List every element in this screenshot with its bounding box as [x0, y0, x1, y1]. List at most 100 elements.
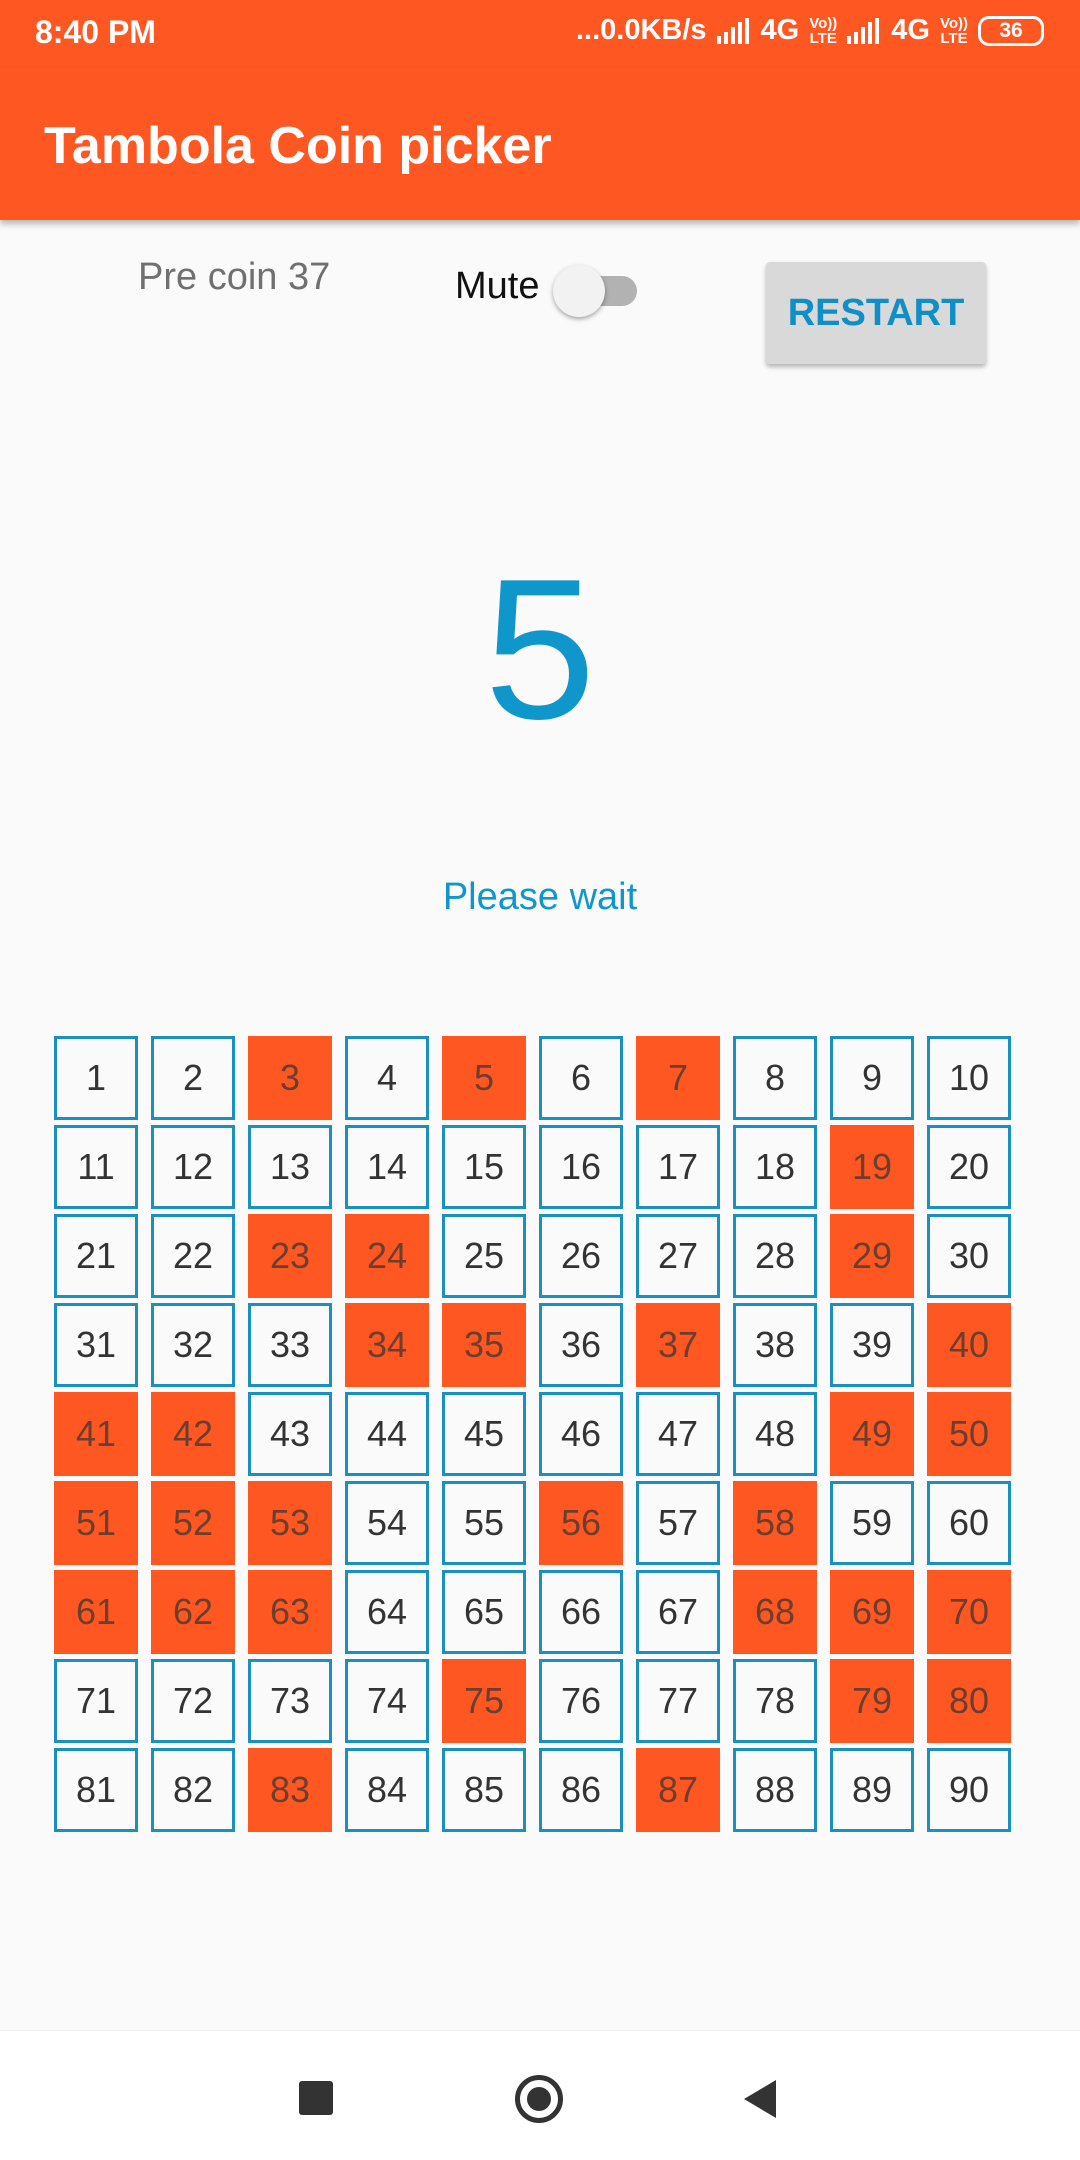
board-cell-7: 7: [636, 1036, 720, 1120]
board-cell-8: 8: [733, 1036, 817, 1120]
board-cell-36: 36: [539, 1303, 623, 1387]
board-cell-33: 33: [248, 1303, 332, 1387]
board-cell-77: 77: [636, 1659, 720, 1743]
board-cell-4: 4: [345, 1036, 429, 1120]
previous-coin-label: Pre coin 37: [138, 256, 331, 298]
board-cell-16: 16: [539, 1125, 623, 1209]
board-cell-26: 26: [539, 1214, 623, 1298]
board-cell-31: 31: [54, 1303, 138, 1387]
volte-1: Vo)) LTE: [809, 14, 838, 47]
board-cell-83: 83: [248, 1748, 332, 1832]
board-cell-18: 18: [733, 1125, 817, 1209]
status-indicators: ...0.0KB/s 4G Vo)) LTE 4G Vo)) LTE 36: [576, 14, 1044, 47]
board-cell-3: 3: [248, 1036, 332, 1120]
board-cell-80: 80: [927, 1659, 1011, 1743]
board-cell-24: 24: [345, 1214, 429, 1298]
board-cell-52: 52: [151, 1481, 235, 1565]
board-cell-64: 64: [345, 1570, 429, 1654]
board-cell-84: 84: [345, 1748, 429, 1832]
board-cell-60: 60: [927, 1481, 1011, 1565]
network-type-2: 4G: [891, 14, 930, 46]
board-cell-13: 13: [248, 1125, 332, 1209]
board-cell-23: 23: [248, 1214, 332, 1298]
board-cell-86: 86: [539, 1748, 623, 1832]
board-cell-85: 85: [442, 1748, 526, 1832]
board-cell-76: 76: [539, 1659, 623, 1743]
board-cell-12: 12: [151, 1125, 235, 1209]
board-cell-30: 30: [927, 1214, 1011, 1298]
board-cell-6: 6: [539, 1036, 623, 1120]
board-cell-34: 34: [345, 1303, 429, 1387]
board-cell-1: 1: [54, 1036, 138, 1120]
board-cell-27: 27: [636, 1214, 720, 1298]
board-cell-74: 74: [345, 1659, 429, 1743]
board-cell-40: 40: [927, 1303, 1011, 1387]
board-cell-48: 48: [733, 1392, 817, 1476]
board-cell-22: 22: [151, 1214, 235, 1298]
board-cell-17: 17: [636, 1125, 720, 1209]
board-cell-63: 63: [248, 1570, 332, 1654]
board-cell-90: 90: [927, 1748, 1011, 1832]
recents-square-icon[interactable]: [299, 2081, 333, 2115]
board-cell-53: 53: [248, 1481, 332, 1565]
board-cell-20: 20: [927, 1125, 1011, 1209]
board-cell-43: 43: [248, 1392, 332, 1476]
board-cell-70: 70: [927, 1570, 1011, 1654]
board-cell-28: 28: [733, 1214, 817, 1298]
board-cell-61: 61: [54, 1570, 138, 1654]
board-cell-51: 51: [54, 1481, 138, 1565]
board-cell-29: 29: [830, 1214, 914, 1298]
board-cell-10: 10: [927, 1036, 1011, 1120]
board-cell-21: 21: [54, 1214, 138, 1298]
board-cell-88: 88: [733, 1748, 817, 1832]
board-cell-14: 14: [345, 1125, 429, 1209]
volte-2: Vo)) LTE: [939, 14, 968, 47]
number-board: 1 2 3 4 5 6 7 8 9 10 11 12 13 14 15 16 17 18 19 20 21 22 23 24 2…: [54, 1036, 1014, 1836]
board-cell-81: 81: [54, 1748, 138, 1832]
board-cell-44: 44: [345, 1392, 429, 1476]
status-message: Please wait: [442, 876, 638, 918]
board-cell-71: 71: [54, 1659, 138, 1743]
mute-switch-thumb: [553, 265, 605, 317]
board-cell-41: 41: [54, 1392, 138, 1476]
board-cell-46: 46: [539, 1392, 623, 1476]
board-cell-73: 73: [248, 1659, 332, 1743]
board-cell-42: 42: [151, 1392, 235, 1476]
restart-button[interactable]: RESTART: [766, 262, 986, 364]
board-cell-59: 59: [830, 1481, 914, 1565]
board-cell-62: 62: [151, 1570, 235, 1654]
board-cell-5: 5: [442, 1036, 526, 1120]
battery-level: 36: [999, 18, 1023, 42]
home-dot-icon: [527, 2087, 551, 2111]
board-cell-38: 38: [733, 1303, 817, 1387]
board-cell-82: 82: [151, 1748, 235, 1832]
network-type-1: 4G: [760, 14, 800, 46]
board-cell-54: 54: [345, 1481, 429, 1565]
status-time: 8:40 PM: [35, 14, 156, 50]
navigation-bar: [0, 2030, 1080, 2160]
board-cell-39: 39: [830, 1303, 914, 1387]
board-cell-57: 57: [636, 1481, 720, 1565]
board-cell-19: 19: [830, 1125, 914, 1209]
board-cell-69: 69: [830, 1570, 914, 1654]
board-cell-32: 32: [151, 1303, 235, 1387]
mute-label: Mute: [455, 265, 540, 307]
board-cell-45: 45: [442, 1392, 526, 1476]
signal-icon: [716, 17, 749, 44]
board-cell-37: 37: [636, 1303, 720, 1387]
app-title: Tambola Coin picker: [44, 117, 552, 175]
board-cell-25: 25: [442, 1214, 526, 1298]
board-cell-11: 11: [54, 1125, 138, 1209]
board-cell-35: 35: [442, 1303, 526, 1387]
board-cell-47: 47: [636, 1392, 720, 1476]
board-cell-49: 49: [830, 1392, 914, 1476]
mute-switch[interactable]: [553, 262, 641, 317]
board-cell-78: 78: [733, 1659, 817, 1743]
board-cell-65: 65: [442, 1570, 526, 1654]
app-bar: Tambola Coin picker: [0, 68, 1080, 220]
board-cell-68: 68: [733, 1570, 817, 1654]
board-cell-72: 72: [151, 1659, 235, 1743]
battery-icon: 36: [978, 15, 1044, 46]
status-bar: 8:40 PM ...0.0KB/s 4G Vo)) LTE 4G Vo)) L…: [0, 0, 1080, 68]
back-triangle-icon[interactable]: [744, 2080, 776, 2118]
